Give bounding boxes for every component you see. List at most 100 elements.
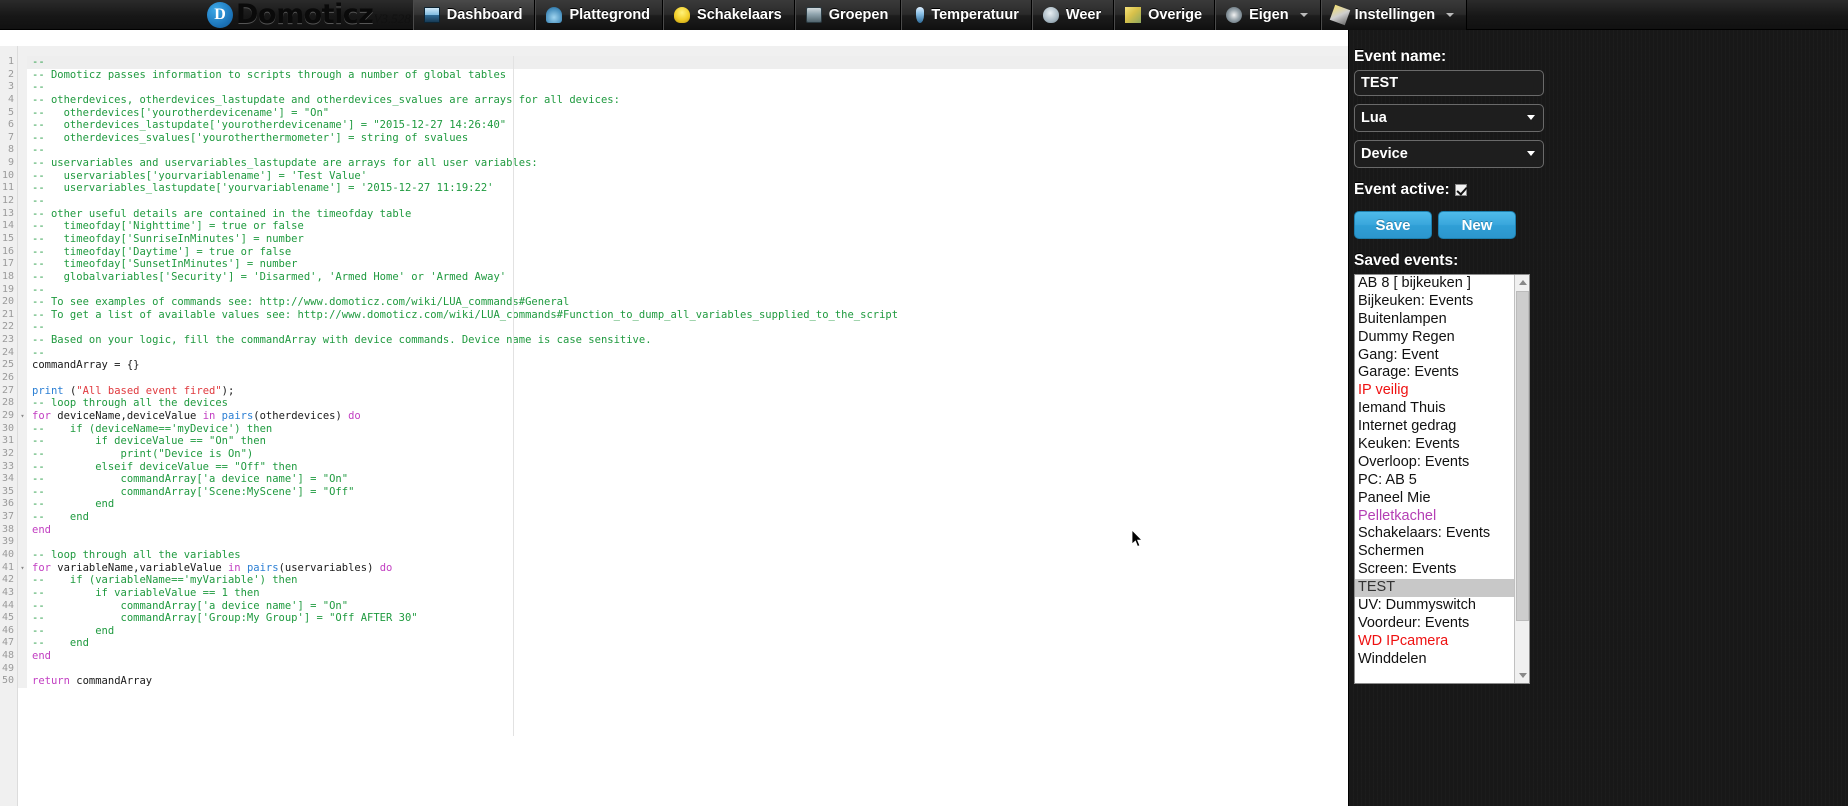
code-line[interactable]: 34 -- commandArray['a device name'] = "On…: [0, 473, 1348, 486]
code-line[interactable]: 37 -- end: [0, 511, 1348, 524]
code-fold-toggle-icon[interactable]: ▾: [18, 561, 27, 575]
code-line[interactable]: 12 --: [0, 195, 1348, 208]
code-fold-spacer: [18, 131, 27, 145]
code-line[interactable]: 46 -- end: [0, 624, 1348, 638]
line-number: 50: [0, 675, 18, 689]
code-line[interactable]: 23 -- Based on your logic, fill the comma…: [0, 334, 1348, 347]
code-line[interactable]: 27 print ("All based event fired");: [0, 384, 1348, 398]
code-line[interactable]: 45 -- commandArray['Group:My Group'] = "O…: [0, 612, 1348, 625]
saved-events-scrollbar[interactable]: [1514, 275, 1529, 683]
lua-code-editor[interactable]: 1 -- 2 -- Domoticz passes information to sc…: [0, 46, 1348, 806]
code-text: --: [32, 56, 45, 68]
code-line[interactable]: 38 end: [0, 523, 1348, 537]
trigger-type-select[interactable]: Device: [1354, 140, 1544, 168]
code-line[interactable]: 21 -- To get a list of available values s…: [0, 308, 1348, 322]
scrollbar-thumb[interactable]: [1516, 291, 1529, 621]
code-line[interactable]: 47 -- end: [0, 637, 1348, 651]
saved-event-item[interactable]: Iemand Thuis: [1355, 400, 1515, 418]
nav-tab-instellingen[interactable]: Instellingen: [1320, 0, 1468, 30]
saved-event-item[interactable]: Buitenlampen: [1355, 311, 1515, 329]
code-line[interactable]: 22 --: [0, 321, 1348, 335]
code-line[interactable]: 26: [0, 372, 1348, 385]
code-line[interactable]: 32 -- print("Device is On"): [0, 447, 1348, 461]
event-active-checkbox[interactable]: [1454, 184, 1467, 196]
code-line[interactable]: 50 return commandArray: [0, 675, 1348, 689]
event-name-input[interactable]: [1354, 70, 1544, 96]
code-line[interactable]: 48 end: [0, 650, 1348, 663]
code-line[interactable]: 3 --: [0, 81, 1348, 94]
code-line[interactable]: 44 -- commandArray['a device name'] = "On…: [0, 599, 1348, 613]
code-line[interactable]: 24 --: [0, 346, 1348, 360]
code-fold-toggle-icon[interactable]: ▾: [18, 409, 27, 423]
saved-event-item[interactable]: Keuken: Events: [1355, 436, 1515, 454]
saved-events-list[interactable]: AB 8 [ bijkeuken ] Bijkeuken: Events Buite…: [1354, 274, 1530, 684]
nav-tab-overige[interactable]: Overige: [1114, 0, 1216, 30]
nav-tab-temperatuur[interactable]: Temperatuur: [901, 0, 1032, 30]
code-line[interactable]: 14 -- timeofday['Nighttime'] = true or fa…: [0, 220, 1348, 233]
scroll-down-arrow-icon[interactable]: [1515, 668, 1529, 683]
code-line[interactable]: 20 -- To see examples of commands see: ht…: [0, 296, 1348, 309]
saved-event-item[interactable]: Paneel Mie: [1355, 490, 1515, 508]
code-line[interactable]: 11 -- uservariables_lastupdate['yourvaria…: [0, 182, 1348, 196]
nav-tab-schakelaars[interactable]: Schakelaars: [663, 0, 795, 30]
saved-event-item[interactable]: WD IPcamera: [1355, 633, 1515, 651]
saved-event-item[interactable]: Schermen: [1355, 543, 1515, 561]
saved-event-item[interactable]: Screen: Events: [1355, 561, 1515, 579]
scroll-up-arrow-icon[interactable]: [1515, 275, 1529, 290]
code-line[interactable]: 19 --: [0, 283, 1348, 297]
code-line[interactable]: 49: [0, 662, 1348, 676]
language-select[interactable]: Lua: [1354, 104, 1544, 132]
code-line[interactable]: 6 -- otherdevices_lastupdate['yourotherde…: [0, 119, 1348, 132]
code-line[interactable]: 17 -- timeofday['SunsetInMinutes'] = numb…: [0, 258, 1348, 271]
code-line[interactable]: 30 -- if (deviceName=='myDevice') then: [0, 422, 1348, 436]
nav-tab-eigen[interactable]: Eigen: [1215, 0, 1321, 30]
save-button[interactable]: Save: [1354, 211, 1432, 239]
saved-event-item[interactable]: Voordeur: Events: [1355, 615, 1515, 633]
code-line[interactable]: 29 ▾ for deviceName,deviceValue in pairs(o…: [0, 409, 1348, 423]
code-line[interactable]: 8 --: [0, 144, 1348, 158]
nav-tab-dashboard[interactable]: Dashboard: [412, 0, 536, 30]
saved-event-item[interactable]: PC: AB 5: [1355, 472, 1515, 490]
saved-event-item[interactable]: IP veilig: [1355, 382, 1515, 400]
code-line[interactable]: 1 --: [0, 56, 1348, 69]
code-line[interactable]: 5 -- otherdevices['yourotherdevicename'] …: [0, 106, 1348, 120]
saved-event-item[interactable]: Internet gedrag: [1355, 418, 1515, 436]
code-fold-spacer: [18, 473, 27, 486]
code-line[interactable]: 36 -- end: [0, 498, 1348, 512]
code-line[interactable]: 35 -- commandArray['Scene:MyScene'] = "Of…: [0, 485, 1348, 499]
saved-event-item[interactable]: Winddelen: [1355, 651, 1515, 669]
code-line[interactable]: 40 -- loop through all the variables: [0, 548, 1348, 562]
new-button[interactable]: New: [1438, 211, 1516, 239]
nav-tab-weer[interactable]: Weer: [1031, 0, 1115, 30]
saved-event-item[interactable]: TEST: [1355, 579, 1515, 598]
code-line[interactable]: 43 -- if variableValue == 1 then: [0, 586, 1348, 600]
code-line[interactable]: 25 commandArray = {}: [0, 359, 1348, 373]
code-line[interactable]: 41 ▾ for variableName,variableValue in pai…: [0, 561, 1348, 575]
code-line[interactable]: 2 -- Domoticz passes information to scrip…: [0, 68, 1348, 82]
code-line[interactable]: 7 -- otherdevices_svalues['yourothertherm…: [0, 131, 1348, 145]
code-line[interactable]: 31 -- if deviceValue == "On" then: [0, 435, 1348, 448]
saved-event-item[interactable]: Schakelaars: Events: [1355, 525, 1515, 543]
saved-event-item[interactable]: Dummy Regen: [1355, 329, 1515, 347]
code-line[interactable]: 39: [0, 536, 1348, 549]
nav-tab-groepen[interactable]: Groepen: [794, 0, 902, 30]
saved-event-item[interactable]: AB 8 [ bijkeuken ]: [1355, 275, 1515, 293]
code-content[interactable]: 1 -- 2 -- Domoticz passes information to sc…: [0, 56, 1348, 806]
code-line[interactable]: 33 -- elseif deviceValue == "Off" then: [0, 460, 1348, 474]
code-line[interactable]: 4 -- otherdevices, otherdevices_lastupdat…: [0, 93, 1348, 107]
code-line[interactable]: 28 -- loop through all the devices: [0, 397, 1348, 410]
code-line[interactable]: 42 -- if (variableName=='myVariable') the…: [0, 574, 1348, 587]
code-line[interactable]: 15 -- timeofday['SunriseInMinutes'] = num…: [0, 232, 1348, 246]
nav-tab-plattegrond[interactable]: Plattegrond: [535, 0, 664, 30]
code-line[interactable]: 13 -- other useful details are contained …: [0, 207, 1348, 221]
code-line[interactable]: 16 -- timeofday['Daytime'] = true or fals…: [0, 245, 1348, 259]
saved-event-item[interactable]: Garage: Events: [1355, 364, 1515, 382]
saved-event-item[interactable]: Pelletkachel: [1355, 508, 1515, 526]
saved-event-item[interactable]: Bijkeuken: Events: [1355, 293, 1515, 311]
saved-event-item[interactable]: UV: Dummyswitch: [1355, 597, 1515, 615]
saved-event-item[interactable]: Overloop: Events: [1355, 454, 1515, 472]
code-line[interactable]: 10 -- uservariables['yourvariablename'] =…: [0, 169, 1348, 183]
saved-event-item[interactable]: Gang: Event: [1355, 347, 1515, 365]
code-line[interactable]: 9 -- uservariables and uservariables_last…: [0, 157, 1348, 170]
code-line[interactable]: 18 -- globalvariables['Security'] = 'Disa…: [0, 270, 1348, 284]
